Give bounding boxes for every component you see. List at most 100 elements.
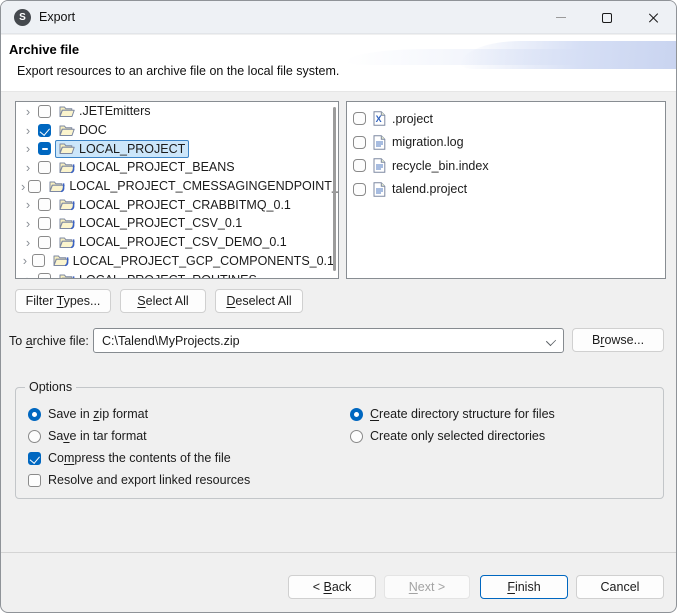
tree-checkbox[interactable] xyxy=(38,124,51,137)
radio-unselected-icon[interactable] xyxy=(28,430,41,443)
checkbox-unchecked-icon[interactable] xyxy=(28,474,41,487)
back-button[interactable]: < Back xyxy=(288,575,376,599)
page-title: Archive file xyxy=(9,42,79,57)
footer-separator xyxy=(1,552,676,553)
tree-item-label: LOCAL_PROJECT_BEANS xyxy=(79,160,235,174)
checkbox-checked-icon[interactable] xyxy=(28,452,41,465)
radio-selected-icon[interactable] xyxy=(28,408,41,421)
next-button[interactable]: Next > xyxy=(384,575,470,599)
filter-types-button[interactable]: Filter Types... xyxy=(15,289,111,313)
tree-vertical-scrollbar[interactable] xyxy=(333,107,336,271)
tree-row[interactable]: LOCAL_PROJECT_CSV_DEMO_0.1 xyxy=(16,233,338,252)
file-row[interactable]: migration.log xyxy=(347,131,665,155)
maximize-button[interactable] xyxy=(584,1,630,34)
file-row[interactable]: recycle_bin.index xyxy=(347,154,665,178)
deselect-all-label: Deselect All xyxy=(226,294,291,308)
chevron-right-icon[interactable] xyxy=(21,198,35,211)
select-all-button[interactable]: Select All xyxy=(120,289,206,313)
chevron-right-icon[interactable] xyxy=(21,254,29,267)
folder-open-linked-icon xyxy=(49,180,65,193)
cancel-button[interactable]: Cancel xyxy=(576,575,664,599)
archive-file-label: To archive file: xyxy=(9,334,89,348)
minimize-icon xyxy=(556,17,566,18)
tree-checkbox[interactable] xyxy=(38,236,51,249)
browse-button[interactable]: Browse... xyxy=(572,328,664,352)
tree-item-label: LOCAL_PROJECT_CMESSAGINGENDPOINT_0.1 xyxy=(69,179,339,193)
tree-item-label: LOCAL_PROJECT xyxy=(79,142,185,156)
tree-checkbox[interactable] xyxy=(28,180,41,193)
file-label: .project xyxy=(392,112,433,126)
tree-row[interactable]: DOC xyxy=(16,121,338,140)
option-save-zip[interactable]: Save in zip format xyxy=(28,403,250,425)
folder-open-icon xyxy=(59,105,75,118)
tree-item-label: DOC xyxy=(79,123,107,137)
radio-unselected-icon[interactable] xyxy=(350,430,363,443)
export-dialog: S Export Archive file Export resources t… xyxy=(0,0,677,613)
tree-row[interactable]: LOCAL_PROJECT_BEANS xyxy=(16,158,338,177)
tree-row[interactable]: .JETEmitters xyxy=(16,102,338,121)
next-label: Next > xyxy=(409,580,445,594)
file-checkbox[interactable] xyxy=(353,136,366,149)
folder-open-linked-icon xyxy=(59,236,75,249)
option-resolve-linked[interactable]: Resolve and export linked resources xyxy=(28,469,250,491)
select-all-label: Select All xyxy=(137,294,188,308)
chevron-right-icon[interactable] xyxy=(21,236,35,249)
file-row[interactable]: talend.project xyxy=(347,178,665,202)
minimize-button[interactable] xyxy=(538,1,584,34)
file-checkbox[interactable] xyxy=(353,183,366,196)
tree-item-label: LOCAL_PROJECT_CRABBITMQ_0.1 xyxy=(79,198,291,212)
file-row[interactable]: X .project xyxy=(347,107,665,131)
chevron-right-icon[interactable] xyxy=(21,180,25,193)
tree-item-label: LOCAL_PROJECT_ROUTINES xyxy=(79,273,257,279)
file-label: migration.log xyxy=(392,135,464,149)
finish-button[interactable]: Finish xyxy=(480,575,568,599)
option-save-tar[interactable]: Save in tar format xyxy=(28,425,250,447)
project-tree-panel[interactable]: .JETEmitters DOC LOCAL_PROJECT LOCAL_PRO… xyxy=(15,101,339,279)
folder-open-linked-icon xyxy=(59,198,75,211)
chevron-down-icon[interactable] xyxy=(547,336,555,344)
create-selected-label: Create only selected directories xyxy=(370,429,545,443)
tree-checkbox[interactable] xyxy=(38,273,51,279)
tree-checkbox[interactable] xyxy=(38,142,51,155)
close-button[interactable] xyxy=(630,1,676,34)
back-label: < Back xyxy=(313,580,352,594)
folder-open-linked-icon xyxy=(53,254,69,267)
tree-row[interactable]: LOCAL_PROJECT_CSV_0.1 xyxy=(16,214,338,233)
chevron-right-icon[interactable] xyxy=(21,161,35,174)
tree-checkbox[interactable] xyxy=(38,161,51,174)
chevron-right-icon[interactable] xyxy=(21,105,35,118)
chevron-right-icon[interactable] xyxy=(21,217,35,230)
radio-selected-icon[interactable] xyxy=(350,408,363,421)
tree-item-label: LOCAL_PROJECT_GCP_COMPONENTS_0.1 xyxy=(73,254,334,268)
chevron-right-icon[interactable] xyxy=(21,142,35,155)
filter-types-label: Filter Types... xyxy=(26,294,101,308)
tree-row[interactable]: LOCAL_PROJECT_CRABBITMQ_0.1 xyxy=(16,195,338,214)
option-compress[interactable]: Compress the contents of the file xyxy=(28,447,250,469)
tree-checkbox[interactable] xyxy=(38,105,51,118)
text-file-icon xyxy=(373,182,386,197)
cancel-label: Cancel xyxy=(601,580,640,594)
title-bar[interactable]: S Export xyxy=(1,1,676,34)
tree-row[interactable]: LOCAL_PROJECT_GCP_COMPONENTS_0.1 xyxy=(16,252,338,271)
chevron-right-icon[interactable] xyxy=(21,273,35,279)
tree-checkbox[interactable] xyxy=(32,254,45,267)
deselect-all-button[interactable]: Deselect All xyxy=(215,289,303,313)
tree-checkbox[interactable] xyxy=(38,217,51,230)
tree-checkbox[interactable] xyxy=(38,198,51,211)
option-create-structure[interactable]: Create directory structure for files xyxy=(350,403,555,425)
tree-row[interactable]: LOCAL_PROJECT_ROUTINES xyxy=(16,270,338,279)
file-checkbox[interactable] xyxy=(353,112,366,125)
options-group-title: Options xyxy=(25,380,76,394)
file-checkbox[interactable] xyxy=(353,159,366,172)
tree-row-selected[interactable]: LOCAL_PROJECT xyxy=(16,139,338,158)
folder-open-icon xyxy=(59,142,75,155)
chevron-right-icon[interactable] xyxy=(21,124,35,137)
file-list-panel[interactable]: X .project migration.log recycle_bin.ind… xyxy=(346,101,666,279)
archive-file-combobox[interactable]: C:\Talend\MyProjects.zip xyxy=(93,328,564,353)
option-create-selected[interactable]: Create only selected directories xyxy=(350,425,555,447)
app-icon: S xyxy=(14,9,31,26)
compress-label: Compress the contents of the file xyxy=(48,451,231,465)
options-group: Options Save in zip format Save in tar f… xyxy=(15,387,664,499)
tree-row[interactable]: LOCAL_PROJECT_CMESSAGINGENDPOINT_0.1 xyxy=(16,177,338,196)
tree-item-label: LOCAL_PROJECT_CSV_DEMO_0.1 xyxy=(79,235,287,249)
